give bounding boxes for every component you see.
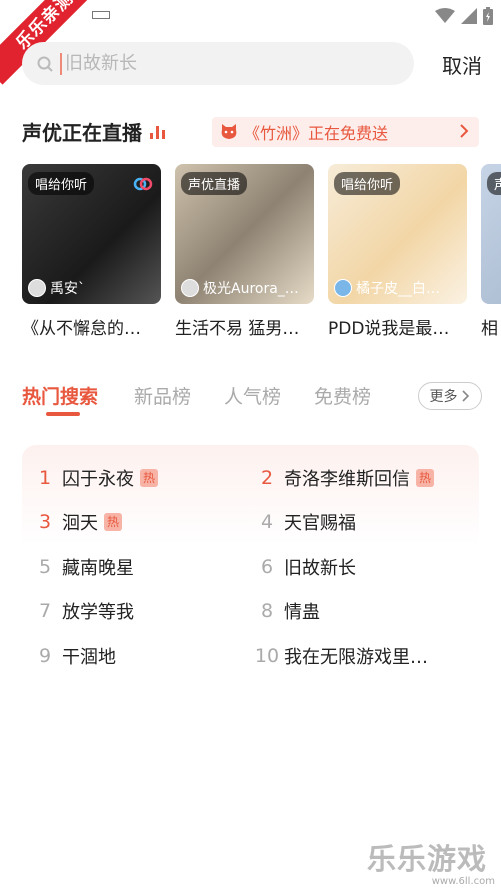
search-box[interactable] bbox=[22, 42, 414, 85]
active-tab-indicator bbox=[46, 412, 80, 416]
hot-badge: 热 bbox=[140, 469, 158, 487]
rank-title: 我在无限游戏里… bbox=[284, 647, 428, 668]
list-item[interactable]: 9 干涸地 bbox=[32, 643, 116, 669]
live-card-host: 极光Aurora_… bbox=[181, 278, 299, 298]
list-item[interactable]: 2 奇洛李维斯回信 热 bbox=[254, 465, 434, 491]
free-promo-text: 《竹洲》正在免费送 bbox=[244, 124, 389, 143]
avatar bbox=[181, 279, 199, 297]
list-item[interactable]: 8 情蛊 bbox=[254, 598, 320, 624]
live-card-caption: 相 bbox=[481, 319, 498, 339]
live-card-cover: 声 bbox=[481, 164, 501, 304]
wifi-icon bbox=[435, 8, 455, 23]
live-card-caption: PDD说我是最… bbox=[328, 319, 450, 339]
live-card-tag: 声优直播 bbox=[181, 172, 248, 195]
live-card-cover: 唱给你听 禹安` bbox=[22, 164, 161, 304]
rank-title: 洄天 bbox=[62, 513, 98, 534]
live-card-host: 橘子皮__白… bbox=[334, 278, 440, 298]
avatar bbox=[334, 279, 352, 297]
chevron-right-icon bbox=[460, 124, 469, 138]
cancel-button[interactable]: 取消 bbox=[442, 50, 482, 79]
ranking-tabs: 热门搜索 新品榜 人气榜 免费榜 更多 bbox=[22, 382, 482, 422]
rank-number: 10 bbox=[254, 645, 280, 667]
tab-popular[interactable]: 人气榜 bbox=[224, 382, 281, 409]
hot-badge: 热 bbox=[416, 469, 434, 487]
live-card-cover: 唱给你听 橘子皮__白… bbox=[328, 164, 467, 304]
link-icon bbox=[133, 177, 153, 191]
tab-hot-search[interactable]: 热门搜索 bbox=[22, 382, 98, 409]
live-card-caption: 《从不懈怠的… bbox=[22, 319, 141, 339]
signal-icon bbox=[461, 8, 477, 24]
live-card[interactable]: 声优直播 极光Aurora_… 生活不易 猛男… bbox=[175, 164, 314, 339]
list-item[interactable]: 1 囚于永夜 热 bbox=[32, 465, 158, 491]
rank-title: 天官赐福 bbox=[284, 513, 356, 534]
rank-title: 囚于永夜 bbox=[62, 469, 134, 490]
rank-title: 旧故新长 bbox=[284, 558, 356, 579]
more-button-label: 更多 bbox=[429, 389, 458, 405]
live-card[interactable]: 唱给你听 禹安` 《从不懈怠的… bbox=[22, 164, 161, 339]
search-icon bbox=[37, 56, 53, 72]
live-card-tag: 唱给你听 bbox=[28, 172, 95, 195]
rank-number: 5 bbox=[38, 556, 52, 578]
live-section-title-text: 声优正在直播 bbox=[22, 121, 142, 145]
more-button[interactable]: 更多 bbox=[418, 382, 482, 410]
avatar bbox=[28, 279, 46, 297]
rank-number: 1 bbox=[38, 467, 52, 489]
rank-title: 情蛊 bbox=[284, 602, 320, 623]
rank-number: 2 bbox=[260, 467, 274, 489]
list-item[interactable]: 4 天官赐福 bbox=[254, 509, 356, 535]
live-cards: 唱给你听 禹安` 《从不懈怠的… 声优直播 极光Aurora_… 生活不易 猛男… bbox=[22, 164, 501, 344]
search-row: 取消 bbox=[22, 42, 482, 86]
host-name: 橘子皮__白… bbox=[356, 281, 440, 297]
tab-free[interactable]: 免费榜 bbox=[314, 382, 371, 409]
list-item[interactable]: 7 放学等我 bbox=[32, 598, 134, 624]
live-card-cover: 声优直播 极光Aurora_… bbox=[175, 164, 314, 304]
rank-title: 藏南晚星 bbox=[62, 558, 134, 579]
list-item[interactable]: 5 藏南晚星 bbox=[32, 554, 134, 580]
rank-title: 奇洛李维斯回信 bbox=[284, 469, 410, 490]
host-name: 极光Aurora_… bbox=[203, 281, 299, 297]
rank-number: 9 bbox=[38, 645, 52, 667]
live-card-tag: 唱给你听 bbox=[334, 172, 401, 195]
rank-title: 干涸地 bbox=[62, 647, 116, 668]
live-card-caption: 生活不易 猛男… bbox=[175, 319, 300, 339]
rank-number: 7 bbox=[38, 600, 52, 622]
list-item[interactable]: 6 旧故新长 bbox=[254, 554, 356, 580]
live-bars-icon bbox=[150, 125, 165, 139]
rank-number: 8 bbox=[260, 600, 274, 622]
rank-number: 6 bbox=[260, 556, 274, 578]
hot-search-list: 1 囚于永夜 热 2 奇洛李维斯回信 热 3 洄天 热 4 天官赐福 5 藏南晚… bbox=[22, 445, 479, 685]
cat-icon bbox=[221, 124, 237, 139]
keyboard-icon bbox=[92, 11, 110, 19]
rank-number: 3 bbox=[38, 511, 52, 533]
list-item[interactable]: 10 我在无限游戏里… bbox=[254, 643, 428, 669]
list-item[interactable]: 3 洄天 热 bbox=[32, 509, 122, 535]
status-icons bbox=[435, 7, 493, 25]
search-input[interactable] bbox=[65, 53, 365, 74]
watermark: 乐乐游戏 www.6ll.com bbox=[367, 836, 495, 887]
watermark-text: 乐乐游戏 bbox=[367, 842, 488, 876]
rank-title: 放学等我 bbox=[62, 602, 134, 623]
live-card-tag: 声 bbox=[487, 172, 501, 195]
live-card[interactable]: 声 相 bbox=[481, 164, 501, 339]
hot-badge: 热 bbox=[104, 513, 122, 531]
live-card-host: 禹安` bbox=[28, 278, 85, 298]
text-cursor bbox=[60, 52, 62, 75]
tab-new[interactable]: 新品榜 bbox=[134, 382, 191, 409]
free-promo-banner[interactable]: 《竹洲》正在免费送 bbox=[212, 117, 479, 147]
live-section-title: 声优正在直播 bbox=[22, 117, 165, 146]
host-name: 禹安` bbox=[50, 281, 85, 297]
battery-icon bbox=[483, 7, 493, 25]
live-card[interactable]: 唱给你听 橘子皮__白… PDD说我是最… bbox=[328, 164, 467, 339]
chevron-right-icon bbox=[461, 390, 469, 402]
rank-number: 4 bbox=[260, 511, 274, 533]
